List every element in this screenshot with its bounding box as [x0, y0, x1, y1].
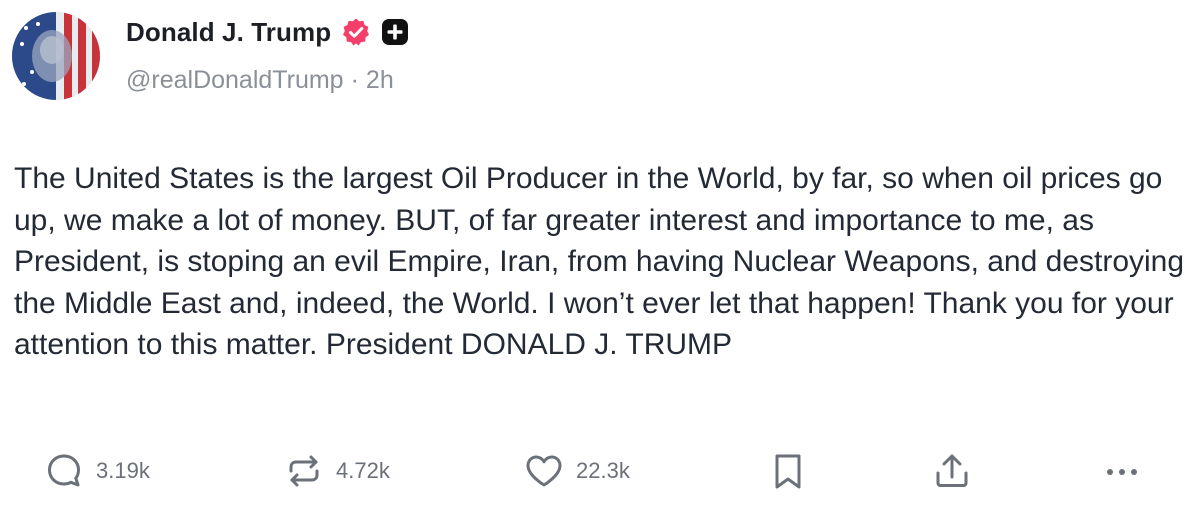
verified-badge-icon [341, 17, 371, 47]
reply-icon [48, 454, 80, 487]
share-button[interactable] [930, 445, 974, 497]
flag-portrait-avatar [12, 12, 100, 100]
like-button[interactable]: 22.3k [522, 445, 630, 497]
more-icon [1107, 469, 1137, 475]
author-avatar[interactable] [12, 12, 100, 100]
share-icon [936, 454, 968, 487]
more-options-button[interactable] [1102, 445, 1142, 497]
author-display-name[interactable]: Donald J. Trump [126, 17, 331, 48]
post-timestamp[interactable]: 2h [366, 66, 394, 95]
post-text: The United States is the largest Oil Pro… [14, 162, 1185, 362]
bookmark-button[interactable] [768, 445, 808, 497]
plus-badge-icon [381, 18, 409, 46]
reply-button[interactable]: 3.19k [42, 445, 150, 497]
reply-count: 3.19k [96, 458, 150, 483]
post-card: Donald J. Trump @realDonaldTrump · 2h Th… [0, 0, 1200, 517]
post-actions-bar: 3.19k 4.72k 22.3k [0, 445, 1200, 497]
bookmark-icon [775, 454, 801, 489]
repost-icon [289, 455, 319, 487]
meta-separator: · [350, 66, 359, 94]
author-handle[interactable]: @realDonaldTrump [126, 66, 344, 95]
heart-icon [526, 455, 562, 487]
repost-count: 4.72k [336, 458, 390, 483]
author-meta: @realDonaldTrump · 2h [126, 66, 394, 95]
like-count: 22.3k [576, 458, 630, 483]
author-name-row: Donald J. Trump [126, 14, 409, 50]
repost-button[interactable]: 4.72k [282, 445, 390, 497]
